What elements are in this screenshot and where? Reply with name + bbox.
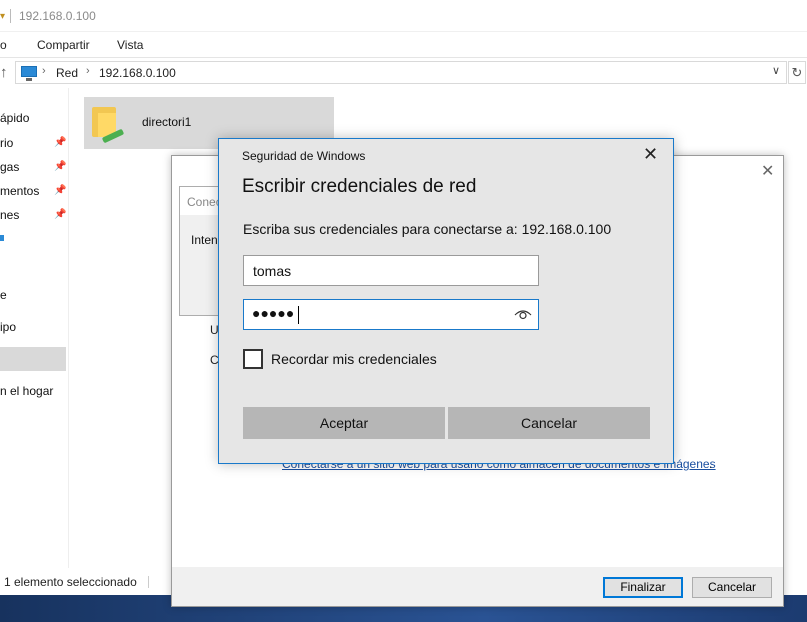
breadcrumb-red[interactable]: Red bbox=[56, 66, 78, 80]
refresh-icon[interactable]: ↻ bbox=[788, 61, 806, 84]
address-row: ↑ › Red › 192.168.0.100 bbox=[0, 58, 807, 88]
breadcrumb-host[interactable]: 192.168.0.100 bbox=[99, 66, 176, 80]
pin-icon: 📌 bbox=[54, 209, 67, 220]
reveal-password-icon[interactable] bbox=[514, 307, 532, 321]
connecting-dialog-text: Inten bbox=[191, 233, 218, 247]
windows-security-dialog: Seguridad de Windows ✕ Escribir credenci… bbox=[218, 138, 674, 464]
tab-compartir[interactable]: Compartir bbox=[37, 38, 90, 52]
address-bar[interactable]: › Red › 192.168.0.100 bbox=[15, 61, 787, 84]
connecting-dialog-title: Conec bbox=[187, 195, 222, 209]
wizard-footer: Finalizar Cancelar bbox=[172, 567, 783, 606]
pane-divider[interactable] bbox=[68, 88, 69, 568]
address-dropdown-icon[interactable]: ∨ bbox=[772, 64, 780, 77]
network-computer-icon bbox=[21, 66, 37, 81]
chevron-right-icon[interactable]: › bbox=[42, 65, 46, 77]
wizard-cancel-button[interactable]: Cancelar bbox=[692, 577, 772, 598]
text-caret bbox=[298, 306, 299, 324]
pin-icon: 📌 bbox=[54, 137, 67, 148]
chevron-right-icon[interactable]: › bbox=[86, 65, 90, 77]
file-item-name: directori1 bbox=[142, 115, 192, 129]
network-folder-icon bbox=[92, 105, 125, 144]
nav-item-documentos[interactable]: mentos bbox=[0, 184, 39, 198]
pin-icon: 📌 bbox=[54, 161, 67, 172]
remember-credentials-checkbox[interactable] bbox=[243, 349, 263, 369]
window-title: 192.168.0.100 bbox=[19, 9, 96, 23]
accept-button[interactable]: Aceptar bbox=[243, 407, 445, 439]
nav-item-red-selected[interactable] bbox=[0, 347, 66, 371]
pin-icon: 📌 bbox=[54, 185, 67, 196]
onedrive-icon bbox=[0, 235, 4, 241]
title-separator bbox=[10, 9, 11, 23]
remember-credentials-label[interactable]: Recordar mis credenciales bbox=[271, 351, 437, 367]
tab-inicio[interactable]: o bbox=[0, 38, 7, 52]
status-separator bbox=[148, 576, 149, 588]
link-period: . bbox=[709, 457, 713, 471]
up-arrow-icon[interactable]: ↑ bbox=[0, 64, 8, 81]
dialog-heading: Escribir credenciales de red bbox=[242, 176, 477, 197]
nav-item-imagenes[interactable]: nes bbox=[0, 208, 19, 222]
nav-item-red-equipo[interactable]: ipo bbox=[0, 320, 16, 334]
nav-item-este-equipo[interactable]: e bbox=[0, 288, 7, 302]
tab-vista[interactable]: Vista bbox=[117, 38, 143, 52]
password-mask: ●●●●● bbox=[252, 305, 295, 321]
dialog-caption: Seguridad de Windows bbox=[242, 149, 366, 163]
password-field[interactable]: ●●●●● bbox=[243, 299, 539, 330]
close-icon[interactable]: ✕ bbox=[643, 144, 658, 165]
status-text: 1 elemento seleccionado bbox=[4, 575, 137, 589]
finish-button[interactable]: Finalizar bbox=[603, 577, 683, 598]
username-field[interactable]: tomas bbox=[243, 255, 539, 286]
quick-access-toolbar-icon[interactable]: ▾ bbox=[0, 11, 5, 22]
navigation-pane: ápido rio 📌 gas 📌 mentos 📌 nes 📌 e ipo n… bbox=[0, 88, 68, 568]
ribbon-tabs: o Compartir Vista bbox=[0, 32, 807, 58]
username-value: tomas bbox=[253, 263, 292, 279]
dialog-prompt: Escriba sus credenciales para conectarse… bbox=[243, 221, 612, 237]
nav-item-grupo-hogar[interactable]: n el hogar bbox=[0, 384, 53, 398]
nav-item-descargas[interactable]: gas bbox=[0, 160, 19, 174]
nav-item-escritorio[interactable]: rio bbox=[0, 136, 13, 150]
cancel-button[interactable]: Cancelar bbox=[448, 407, 650, 439]
title-bar: ▾ 192.168.0.100 bbox=[0, 0, 807, 32]
close-icon[interactable]: ✕ bbox=[761, 161, 774, 181]
nav-item-acceso-rapido[interactable]: ápido bbox=[0, 111, 29, 125]
